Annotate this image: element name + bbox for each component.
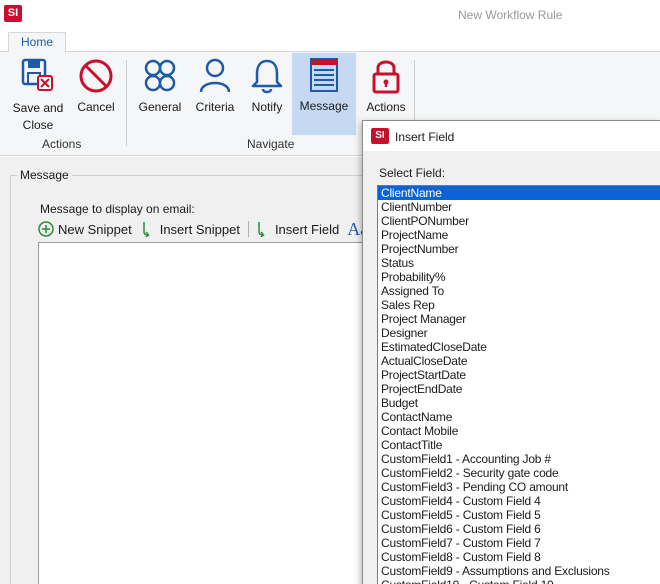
new-snippet-label: New Snippet [58,221,132,237]
criteria-label: Criteria [195,100,235,114]
save-close-icon [21,58,53,91]
field-option[interactable]: ProjectEndDate [378,382,660,396]
field-option[interactable]: ProjectName [378,228,660,242]
field-option[interactable]: ContactTitle [378,438,660,452]
bell-icon [251,59,283,94]
app-logo: SI [4,5,22,22]
field-option[interactable]: Status [378,256,660,270]
field-option[interactable]: ClientPONumber [378,214,660,228]
tab-home[interactable]: Home [8,32,67,53]
cancel-button[interactable]: Cancel [72,54,120,132]
notify-label: Notify [251,100,283,114]
field-option[interactable]: CustomField9 - Assumptions and Exclusion… [378,564,660,578]
field-option[interactable]: CustomField6 - Custom Field 6 [378,522,660,536]
field-option[interactable]: Probability% [378,270,660,284]
notify-button[interactable]: Notify [244,54,290,132]
ribbon-tabstrip: Home [0,30,660,53]
save-and-close-button[interactable]: Save and Close [6,54,70,132]
select-field-label: Select Field: [379,166,446,180]
new-snippet-button[interactable]: New Snippet [38,221,132,237]
criteria-icon [199,58,231,93]
message-icon [310,58,338,92]
field-option[interactable]: Budget [378,396,660,410]
field-option[interactable]: CustomField7 - Custom Field 7 [378,536,660,550]
field-listbox[interactable]: ClientName ClientNumber ClientPONumber Proj… [377,185,660,584]
group-label-navigate: Navigate [247,137,295,151]
message-display-label: Message to display on email: [40,202,195,216]
cancel-icon [79,59,113,93]
general-icon [144,59,176,92]
general-button[interactable]: General [134,54,186,132]
field-option[interactable]: CustomField8 - Custom Field 8 [378,550,660,564]
cancel-label: Cancel [77,100,115,114]
save-and-close-label: Save and Close [12,101,64,132]
window-title: New Workflow Rule [458,8,563,22]
criteria-button[interactable]: Criteria [190,54,240,132]
toolbar-separator [247,221,249,237]
message-button[interactable]: Message [292,53,356,135]
insert-field-label: Insert Field [274,221,340,237]
insert-field-button[interactable]: Insert Field [255,221,339,237]
field-option[interactable]: ProjectStartDate [378,368,660,382]
field-option[interactable]: Designer [378,326,660,340]
group-label-actions: Actions [42,137,82,151]
snippet-toolbar: New Snippet Insert Snippet Insert Field … [38,219,368,239]
general-label: General [138,100,182,114]
dialog-title-bar: SI Insert Field [363,121,660,151]
insert-arrow-icon [258,222,265,237]
field-option[interactable]: CustomField3 - Pending CO amount [378,480,660,494]
field-option[interactable]: ContactName [378,410,660,424]
field-option[interactable]: Assigned To [378,284,660,298]
field-option[interactable]: CustomField5 - Custom Field 5 [378,508,660,522]
insert-arrow-icon [142,222,150,237]
insert-field-dialog: SI Insert Field Select Field: ClientName… [362,120,660,584]
field-option[interactable]: CustomField4 - Custom Field 4 [378,494,660,508]
field-option[interactable]: ProjectNumber [378,242,660,256]
add-circle-icon [38,221,54,237]
field-option[interactable]: EstimatedCloseDate [378,340,660,354]
message-section-title: Message [17,168,72,182]
field-option[interactable]: ClientNumber [378,200,660,214]
field-option[interactable]: CustomField1 - Accounting Job # [378,452,660,466]
title-bar: SI New Workflow Rule [0,0,660,30]
insert-snippet-button[interactable]: Insert Snippet [140,221,240,237]
actions-label: Actions [366,100,406,114]
field-option[interactable]: ActualCloseDate [378,354,660,368]
field-option[interactable]: CustomField10 - Custom Field 10 [378,578,660,584]
insert-snippet-label: Insert Snippet [159,221,240,237]
field-option[interactable]: CustomField2 - Security gate code [378,466,660,480]
dialog-title: Insert Field [395,130,455,144]
message-editor[interactable] [38,242,368,584]
lock-icon [372,60,400,94]
message-label: Message [299,99,349,113]
group-separator [126,60,127,146]
field-option[interactable]: Sales Rep [378,298,660,312]
field-option[interactable]: ClientName [378,186,660,200]
field-option[interactable]: Project Manager [378,312,660,326]
dialog-logo: SI [371,128,389,144]
field-option[interactable]: Contact Mobile [378,424,660,438]
